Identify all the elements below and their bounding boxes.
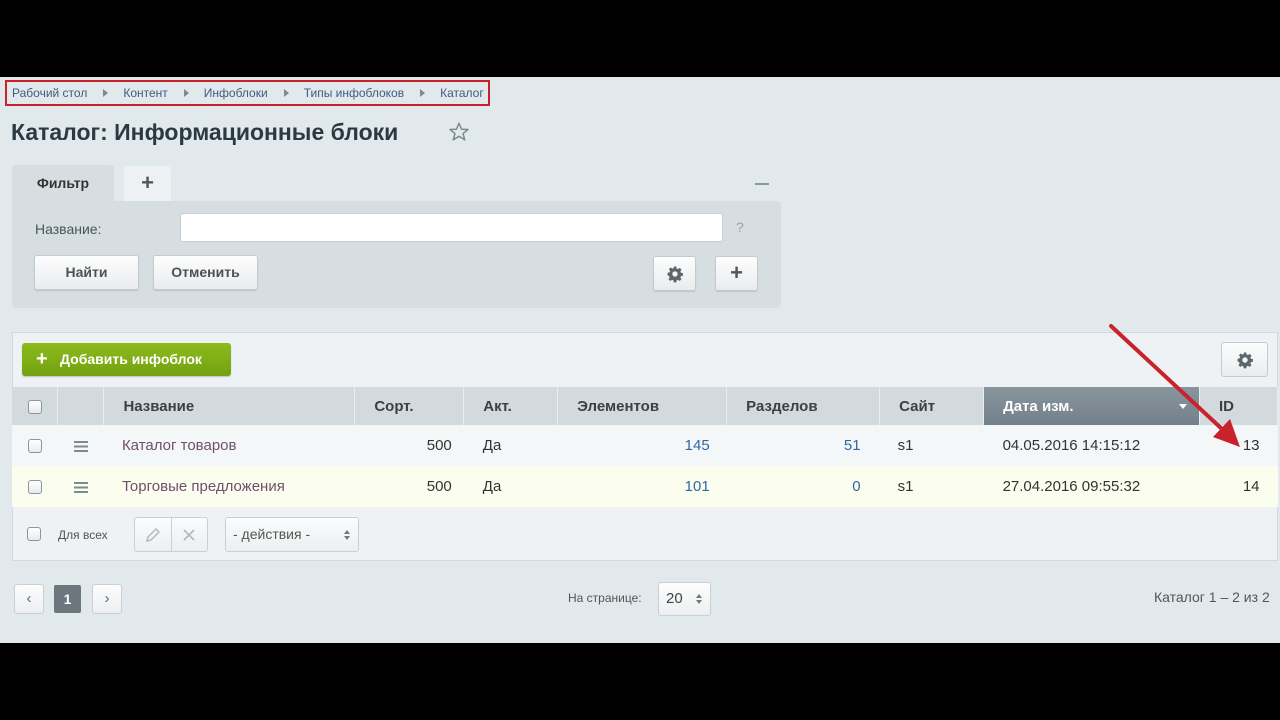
- breadcrumb-item-desktop[interactable]: Рабочий стол: [12, 86, 87, 100]
- cell-date: 04.05.2016 14:15:12: [983, 425, 1200, 466]
- sections-count-link[interactable]: 51: [844, 437, 861, 454]
- breadcrumb-separator-icon: [183, 89, 189, 97]
- per-page-label: На странице:: [568, 591, 642, 605]
- row-select-cell: [12, 466, 58, 507]
- breadcrumb-separator-icon: [420, 89, 426, 97]
- column-header-site[interactable]: Сайт: [879, 387, 985, 425]
- table-row[interactable]: Торговые предложения 500 Да 101 0 s1 27.…: [12, 466, 1278, 507]
- find-button[interactable]: Найти: [34, 255, 139, 290]
- filter-panel: Название: ? Найти Отменить +: [12, 201, 781, 308]
- breadcrumb: Рабочий стол Контент Инфоблоки Типы инфо…: [5, 80, 490, 106]
- table-header-row: Название Сорт. Акт. Элементов Разделов С…: [12, 387, 1279, 425]
- cell-name: Каталог товаров: [103, 425, 355, 466]
- list-settings-button[interactable]: [1221, 342, 1268, 377]
- column-header-id[interactable]: ID: [1199, 387, 1279, 425]
- breadcrumb-separator-icon: [283, 89, 289, 97]
- cell-id: 13: [1199, 425, 1278, 466]
- edit-delete-group: [134, 517, 208, 552]
- cell-id: 14: [1199, 466, 1278, 507]
- admin-screen: Рабочий стол Контент Инфоблоки Типы инфо…: [0, 77, 1280, 643]
- column-header-active[interactable]: Акт.: [463, 387, 559, 425]
- group-actions-bar: Для всех - действия -: [12, 509, 1276, 557]
- cell-site: s1: [879, 466, 984, 507]
- prev-page-button[interactable]: ‹: [14, 584, 44, 614]
- plus-icon: +: [36, 348, 48, 370]
- hamburger-menu-icon[interactable]: [73, 481, 88, 493]
- column-header-date-label: Дата изм.: [1003, 397, 1074, 415]
- row-menu-cell: [57, 425, 104, 466]
- divider: [171, 518, 172, 551]
- column-header-elements[interactable]: Элементов: [557, 387, 728, 425]
- sections-count-link[interactable]: 0: [852, 478, 860, 495]
- cell-sections: 0: [726, 466, 880, 507]
- cell-elements: 145: [557, 425, 727, 466]
- filter-tab[interactable]: Фильтр: [12, 165, 114, 202]
- cell-elements: 101: [557, 466, 727, 507]
- record-count: Каталог 1 – 2 из 2: [1154, 589, 1270, 605]
- row-menu-header: [57, 387, 105, 425]
- per-page-select[interactable]: 20: [658, 582, 711, 616]
- actions-select-value: - действия -: [233, 526, 311, 542]
- filter-settings-button[interactable]: [653, 256, 696, 291]
- cell-sort: 500: [354, 425, 464, 466]
- breadcrumb-item-iblock-types[interactable]: Типы инфоблоков: [304, 86, 404, 100]
- cell-date: 27.04.2016 09:55:32: [983, 466, 1200, 507]
- breadcrumb-item-content[interactable]: Контент: [123, 86, 167, 100]
- cell-site: s1: [879, 425, 984, 466]
- select-arrows-icon: [344, 530, 350, 540]
- table-row[interactable]: Каталог товаров 500 Да 145 51 s1 04.05.2…: [12, 425, 1278, 466]
- filter-add-field-button[interactable]: +: [715, 256, 758, 291]
- column-header-sort[interactable]: Сорт.: [354, 387, 465, 425]
- filter-add-tab-button[interactable]: +: [124, 166, 171, 202]
- sort-desc-icon: [1178, 404, 1187, 409]
- page-title: Каталог: Информационные блоки: [11, 119, 399, 145]
- filter-name-label: Название:: [35, 221, 102, 237]
- row-checkbox[interactable]: [27, 480, 42, 495]
- current-page[interactable]: 1: [54, 585, 81, 613]
- iblock-name-link[interactable]: Каталог товаров: [122, 437, 237, 454]
- gear-icon: [667, 266, 683, 283]
- select-all-checkbox[interactable]: [27, 399, 42, 414]
- cell-active: Да: [463, 466, 558, 507]
- filter-name-input[interactable]: [180, 213, 723, 242]
- row-menu-cell: [57, 466, 104, 507]
- column-header-name[interactable]: Название: [103, 387, 356, 425]
- add-iblock-button[interactable]: + Добавить инфоблок: [22, 343, 231, 376]
- per-page-value: 20: [666, 590, 683, 607]
- for-all-checkbox[interactable]: [27, 527, 41, 541]
- iblock-table: Название Сорт. Акт. Элементов Разделов С…: [12, 387, 1279, 507]
- favorite-star-icon[interactable]: [448, 121, 470, 143]
- cell-name: Торговые предложения: [103, 466, 355, 507]
- breadcrumb-separator-icon: [103, 89, 109, 97]
- filter-help-icon[interactable]: ?: [736, 219, 744, 235]
- select-all-header: [12, 387, 59, 425]
- pencil-icon[interactable]: [145, 527, 161, 543]
- breadcrumb-item-iblocks[interactable]: Инфоблоки: [204, 86, 268, 100]
- next-page-button[interactable]: ›: [92, 584, 122, 614]
- actions-select[interactable]: - действия -: [225, 517, 359, 552]
- row-checkbox[interactable]: [27, 439, 42, 454]
- column-header-sections[interactable]: Разделов: [726, 387, 881, 425]
- gear-icon: [1237, 352, 1253, 369]
- row-select-cell: [12, 425, 58, 466]
- filter-collapse-icon[interactable]: [755, 183, 769, 185]
- delete-x-icon[interactable]: [183, 529, 195, 541]
- select-arrows-icon: [696, 594, 702, 604]
- column-header-date-sorted[interactable]: Дата изм.: [983, 387, 1200, 425]
- for-all-label: Для всех: [58, 528, 108, 542]
- elements-count-link[interactable]: 101: [685, 478, 710, 495]
- cancel-button[interactable]: Отменить: [153, 255, 258, 290]
- cell-active: Да: [463, 425, 558, 466]
- cell-sections: 51: [726, 425, 880, 466]
- hamburger-menu-icon[interactable]: [73, 440, 88, 452]
- cell-sort: 500: [354, 466, 464, 507]
- add-iblock-label: Добавить инфоблок: [60, 351, 202, 367]
- iblock-name-link[interactable]: Торговые предложения: [122, 478, 285, 495]
- elements-count-link[interactable]: 145: [685, 437, 710, 454]
- breadcrumb-item-catalog[interactable]: Каталог: [440, 86, 484, 100]
